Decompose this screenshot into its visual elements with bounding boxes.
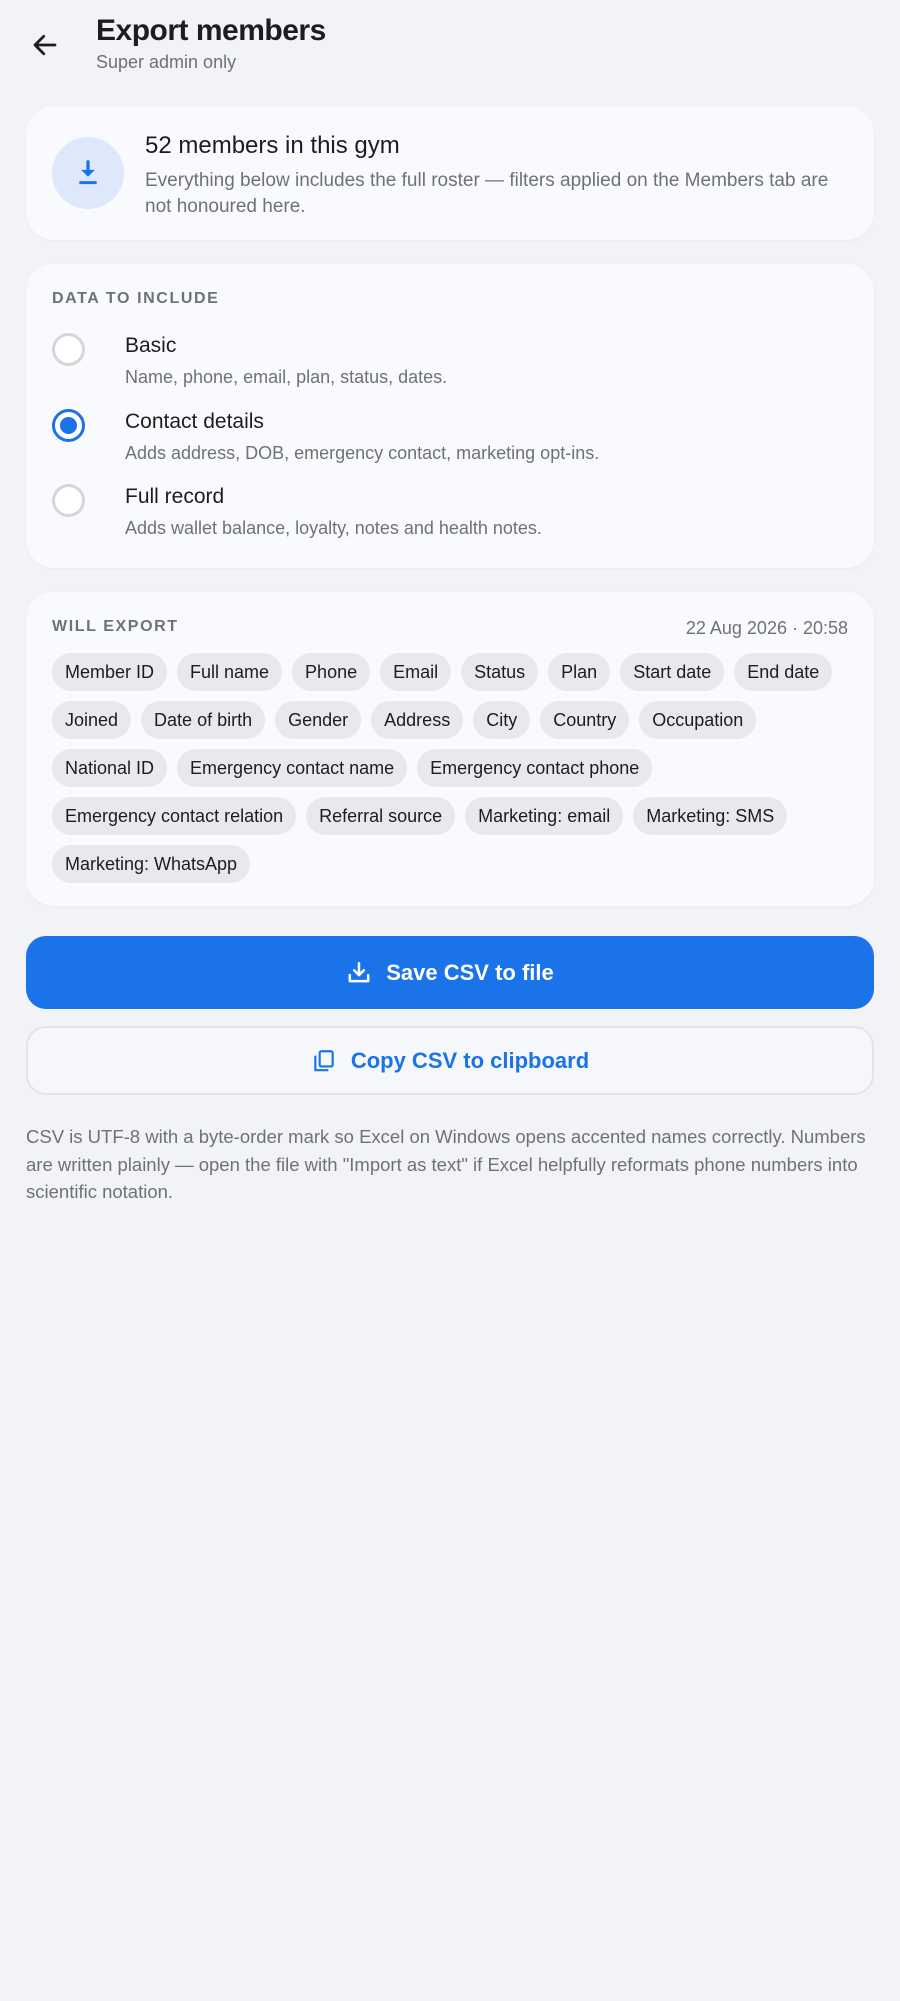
radio-contact-details[interactable] [52, 409, 85, 442]
copy-csv-button[interactable]: Copy CSV to clipboard [26, 1026, 874, 1095]
download-badge [52, 137, 124, 209]
field-chip: Country [540, 701, 630, 739]
field-chip: Emergency contact phone [417, 749, 653, 787]
save-csv-button[interactable]: Save CSV to file [26, 936, 874, 1009]
app-header: Export members Super admin only [0, 0, 900, 96]
field-chip: Emergency contact name [177, 749, 408, 787]
option-title: Contact details [125, 410, 264, 433]
download-icon [79, 160, 97, 185]
page-subtitle: Super admin only [96, 52, 237, 72]
option-full-record[interactable]: Full record Adds wallet balance, loyalty… [52, 484, 852, 554]
arrow-left-icon [33, 34, 57, 56]
copy-csv-label: Copy CSV to clipboard [350, 1047, 590, 1073]
export-timestamp: 22 Aug 2026 · 20:58 [685, 618, 848, 638]
data-to-include-card: DATA TO INCLUDE Basic Name, phone, email… [26, 264, 874, 568]
summary-card: 52 members in this gym Everything below … [26, 106, 874, 240]
option-contact-details[interactable]: Contact details Adds address, DOB, emerg… [52, 409, 852, 479]
field-chip: Address [371, 701, 464, 739]
option-description: Name, phone, email, plan, status, dates. [125, 367, 448, 387]
field-chip: Full name [177, 653, 283, 691]
option-title: Full record [125, 485, 225, 508]
save-csv-label: Save CSV to file [386, 959, 554, 985]
copy-icon [314, 1049, 334, 1071]
will-export-card: WILL EXPORT 22 Aug 2026 · 20:58 Member I… [26, 592, 874, 906]
page-title: Export members [96, 14, 326, 47]
save-download-icon [348, 961, 370, 982]
field-chip: Marketing: SMS [633, 797, 788, 835]
section-label-include: DATA TO INCLUDE [52, 290, 220, 307]
field-chip: End date [734, 653, 833, 691]
summary-description: Everything below includes the full roste… [145, 170, 829, 217]
member-count-title: 52 members in this gym [145, 132, 400, 159]
field-chip-list: Member ID Full name Phone Email Status P… [52, 653, 862, 883]
field-chip: Start date [620, 653, 725, 691]
option-description: Adds wallet balance, loyalty, notes and … [125, 518, 542, 538]
option-description: Adds address, DOB, emergency contact, ma… [125, 443, 600, 463]
field-chip: Phone [292, 653, 371, 691]
field-chip: Email [380, 653, 452, 691]
field-chip: Emergency contact relation [52, 797, 297, 835]
field-chip: Status [461, 653, 539, 691]
radio-basic[interactable] [52, 333, 85, 366]
field-chip: Date of birth [141, 701, 266, 739]
field-chip: National ID [52, 749, 168, 787]
field-chip: Gender [275, 701, 362, 739]
option-basic[interactable]: Basic Name, phone, email, plan, status, … [52, 333, 852, 403]
field-chip: Member ID [52, 653, 168, 691]
field-chip: Marketing: WhatsApp [52, 845, 251, 883]
field-chip: Plan [548, 653, 611, 691]
section-label-export: WILL EXPORT [52, 618, 179, 635]
csv-footnote: CSV is UTF-8 with a byte-order mark so E… [26, 1126, 866, 1202]
field-chip: Referral source [306, 797, 456, 835]
field-chip: Joined [52, 701, 132, 739]
option-title: Basic [125, 334, 177, 357]
field-chip: Occupation [639, 701, 757, 739]
radio-full-record[interactable] [52, 484, 85, 517]
field-chip: City [473, 701, 531, 739]
back-button[interactable] [22, 22, 68, 68]
field-chip: Marketing: email [465, 797, 624, 835]
